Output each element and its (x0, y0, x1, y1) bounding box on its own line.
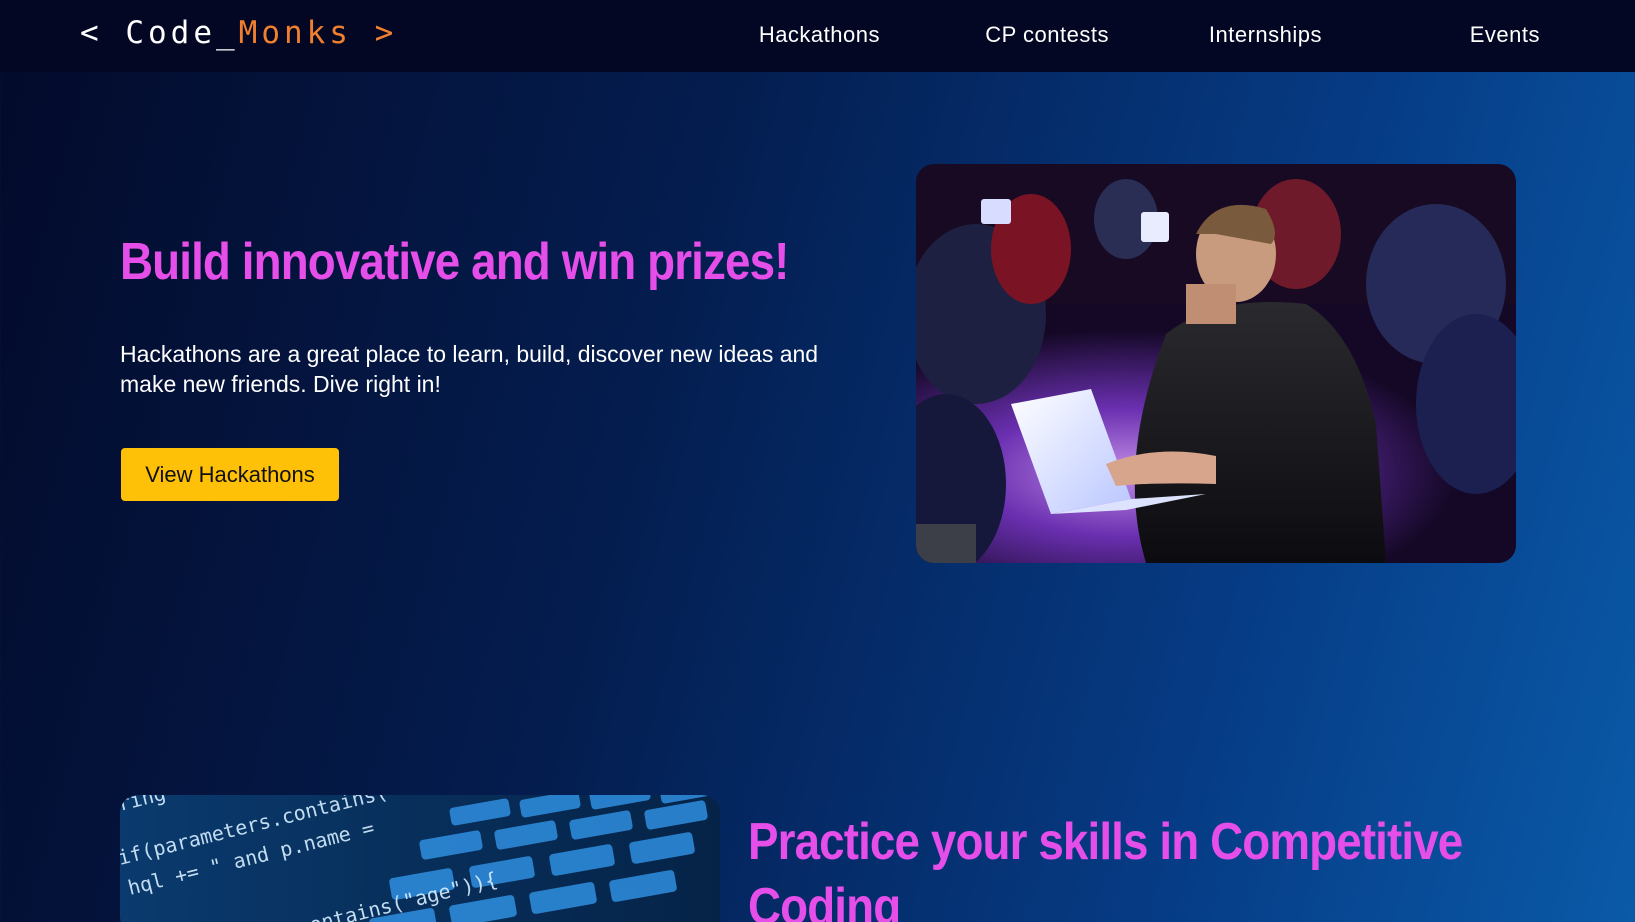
brand-suffix: > (351, 15, 398, 51)
nav-item-cp-contests[interactable]: CP contests (985, 22, 1109, 48)
navbar: < Code_Monks > Hackathons CP contests In… (0, 0, 1635, 72)
brand-logo[interactable]: < Code_Monks > (80, 15, 397, 51)
hackathon-title: Build innovative and win prizes! (120, 233, 789, 291)
code-keyboard-photo: if(parameters.contains( hql += " and p.n… (120, 795, 720, 922)
hackathon-photo (916, 164, 1516, 563)
cp-title-line2: Coding (748, 878, 901, 922)
nav-item-hackathons[interactable]: Hackathons (759, 22, 880, 48)
brand-prefix: < Code_ (80, 15, 239, 51)
brand-accent: Monks (238, 15, 352, 51)
view-hackathons-button[interactable]: View Hackathons (121, 448, 339, 501)
nav-item-internships[interactable]: Internships (1209, 22, 1322, 48)
hackathon-description: Hackathons are a great place to learn, b… (120, 341, 819, 397)
cp-title-line1: Practice your skills in Competitive (748, 813, 1463, 871)
nav-item-events[interactable]: Events (1470, 22, 1540, 48)
